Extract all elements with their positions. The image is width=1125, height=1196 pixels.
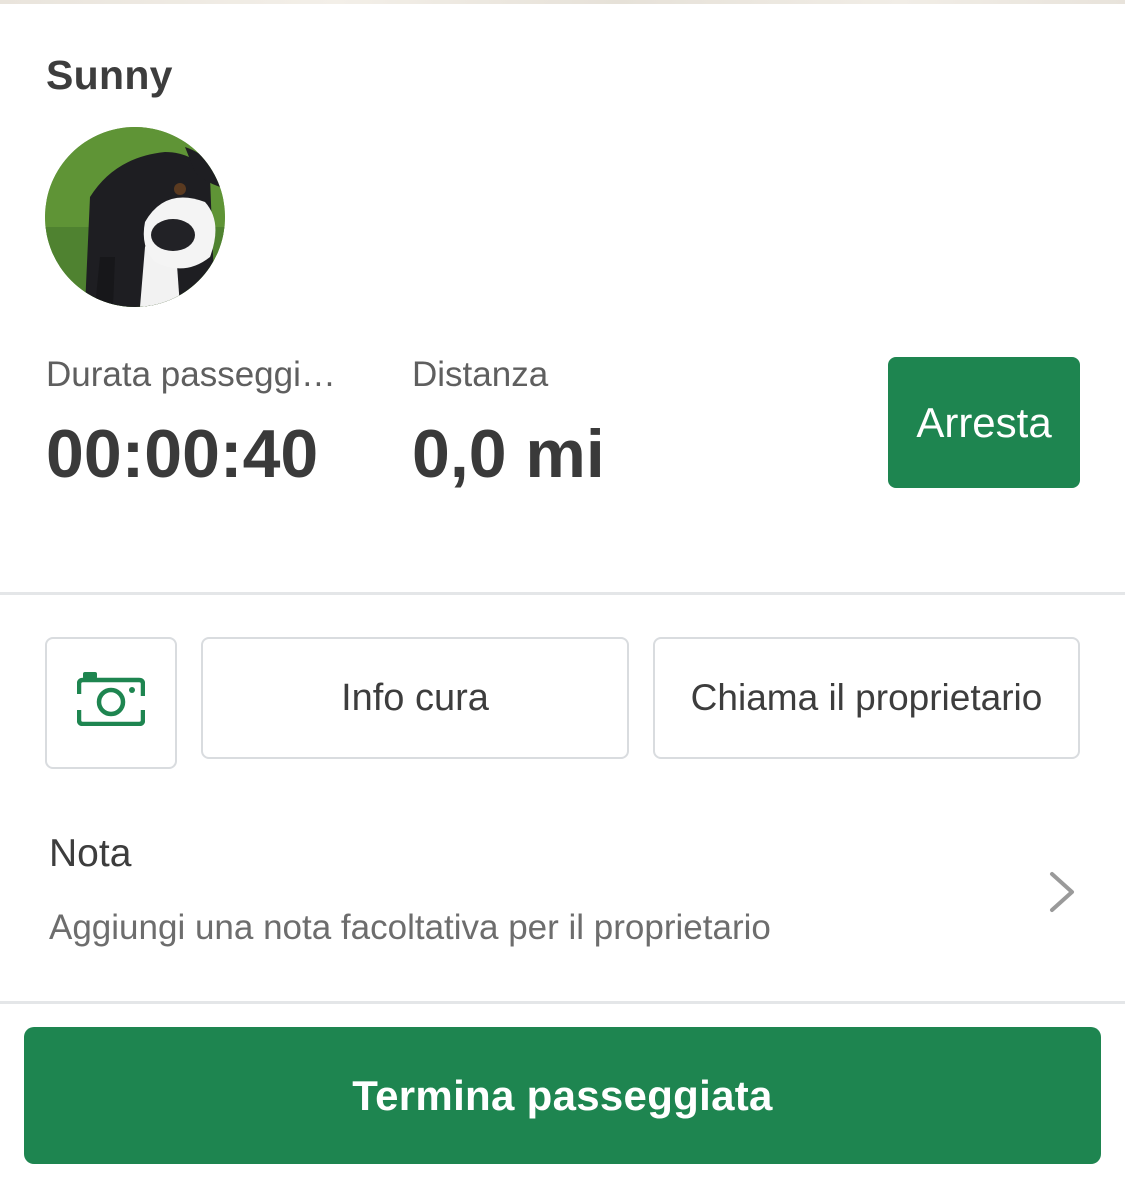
stop-button[interactable]: Arresta xyxy=(888,357,1080,488)
map-background-edge xyxy=(0,0,1125,4)
walk-duration-label: Durata passeggi… xyxy=(46,355,336,394)
chevron-right-icon xyxy=(1046,868,1078,921)
footer-divider xyxy=(0,1001,1125,1004)
pet-avatar xyxy=(45,127,225,307)
walk-distance-stat: Distanza 0,0 mi xyxy=(412,352,672,494)
note-hint: Aggiungi una nota facoltativa per il pro… xyxy=(49,908,771,947)
walk-duration-value: 00:00:40 xyxy=(46,416,319,492)
walk-distance-label: Distanza xyxy=(412,355,549,394)
walk-duration-stat: Durata passeggi… 00:00:40 xyxy=(46,352,366,494)
care-info-button[interactable]: Info cura xyxy=(201,637,629,759)
end-walk-button[interactable]: Termina passeggiata xyxy=(24,1027,1101,1164)
section-divider xyxy=(0,592,1125,595)
call-owner-button[interactable]: Chiama il proprietario xyxy=(653,637,1080,759)
camera-button[interactable] xyxy=(45,637,177,769)
note-title: Nota xyxy=(49,832,132,875)
note-row[interactable] xyxy=(0,800,1125,1000)
camera-icon xyxy=(76,670,146,736)
pet-name: Sunny xyxy=(46,52,173,98)
walk-distance-value: 0,0 mi xyxy=(412,416,605,492)
